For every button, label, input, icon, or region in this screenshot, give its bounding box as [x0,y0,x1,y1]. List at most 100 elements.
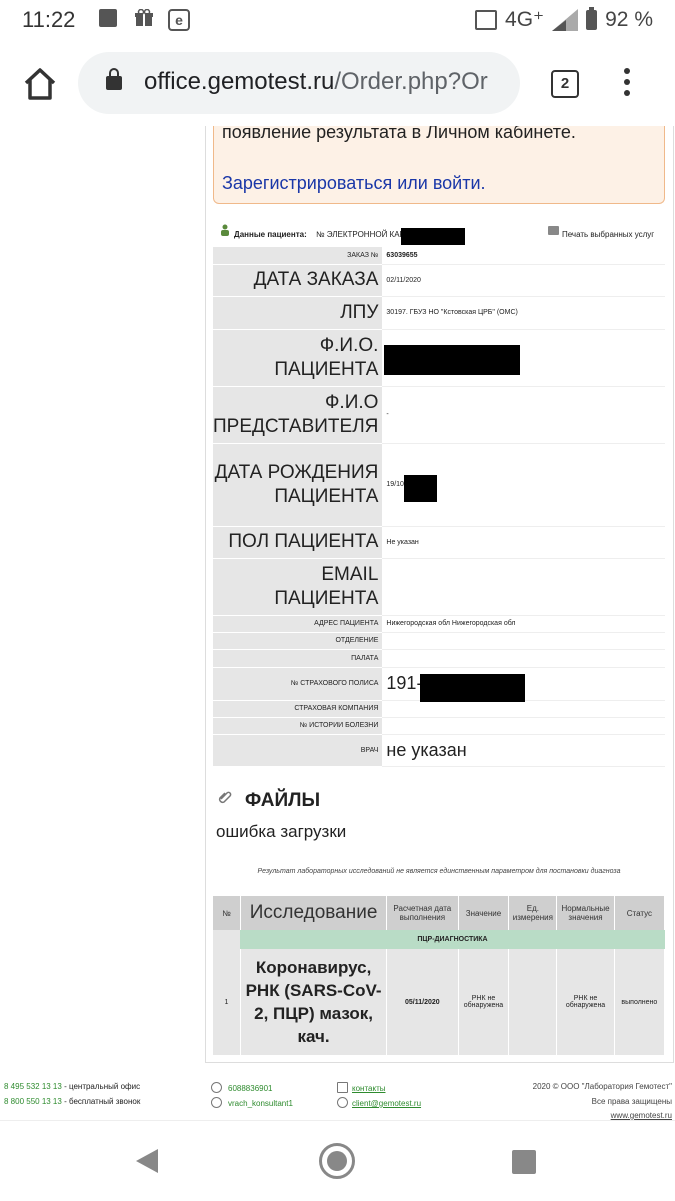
table-row[interactable]: 1 Коронавирус, РНК (SARS-CoV-2, ПЦР) маз… [213,949,666,1055]
col-value: Значение [458,896,510,930]
patient-data-label: Данные пациента: [234,230,307,239]
history-value [382,717,665,735]
skype-icon [211,1097,222,1108]
col-study: Исследование [240,896,388,930]
birth-date-value: 19/10 [386,481,404,488]
email-label: EMAIL ПАЦИЕНТА [213,558,383,616]
status-bar: 11:22 e 4G⁺ 92 % [0,0,675,40]
registration-notice: появление результата в Личном кабинете. … [213,126,665,204]
ward-value [382,649,665,668]
col-no: № [213,896,241,930]
email-link[interactable]: client@gemotest.ru [352,1099,421,1108]
vibrate-icon [475,9,498,30]
address-label: АДРЕС ПАЦИЕНТА [213,615,383,633]
network-type: 4G⁺ [505,8,545,31]
contacts-link[interactable]: контакты [352,1084,385,1093]
doctor-label: ВРАЧ [213,734,383,767]
col-status: Статус [614,896,666,930]
status-time: 11:22 [22,7,76,32]
fio-value [382,329,665,387]
icq-number[interactable]: 6088836901 [228,1084,273,1093]
row-date: 05/11/2020 [386,949,459,1055]
policy-label: № СТРАХОВОГО ПОЛИСА [213,667,383,701]
row-norm: РНК не обнаружена [556,949,615,1055]
birth-date-cell: 19/10 [382,443,665,527]
history-label: № ИСТОРИИ БОЛЕЗНИ [213,717,383,735]
tab-switcher-button[interactable]: 2 [551,70,579,98]
at-icon [337,1097,348,1108]
files-error: ошибка загрузки [216,822,347,841]
order-no-value: 63039655 [382,247,665,265]
patient-info-table: ЗАКАЗ № 63039655 ДАТА ЗАКАЗА 02/11/2020 ЛП… [213,247,665,767]
battery-level: 92 % [605,7,653,31]
row-unit [508,949,558,1055]
address-bar[interactable]: office.gemotest.ru/Order.php?Or [78,52,520,114]
col-unit: Ед. измерения [508,896,558,930]
rights: Все права защищены [591,1097,672,1106]
lock-icon [106,68,122,90]
notice-text: появление результата в Личном кабинете. [222,126,576,142]
icq-icon [211,1082,222,1093]
address-value: Нижегородская обл Нижегородская обл [382,615,665,633]
row-value: РНК не обнаружена [458,949,510,1055]
doctor-value: не указан [382,734,665,767]
order-date-value: 02/11/2020 [382,264,665,297]
phone-central[interactable]: 8 495 532 13 13 [4,1082,62,1091]
print-selected-link[interactable]: Печать выбранных услуг [562,230,654,239]
sex-value: Не указан [382,526,665,559]
row-no: 1 [213,949,241,1055]
representative-label: Ф.И.О ПРЕДСТАВИТЕЛЯ [213,386,383,444]
ward-label: ПАЛАТА [213,649,383,668]
col-date: Расчетная дата выполнения [386,896,459,930]
insurer-value [382,700,665,718]
android-nav-bar [0,1120,675,1201]
redaction-fio [384,344,521,375]
birth-date-label: ДАТА РОЖДЕНИЯ ПАЦИЕНТА [213,443,383,527]
home-icon[interactable] [22,66,58,102]
row-study-name: Коронавирус, РНК (SARS-CoV-2, ПЦР) мазок… [240,949,388,1055]
lpu-value: 30197. ГБУЗ НО "Кстовская ЦРБ" (ОМС) [382,296,665,330]
files-title: ФАЙЛЫ [245,790,321,811]
home-circle-icon[interactable] [319,1143,355,1179]
department-value [382,632,665,650]
gift-notification-icon [135,8,153,27]
redaction-card [401,228,465,245]
order-no-label: ЗАКАЗ № [213,247,383,265]
department-label: ОТДЕЛЕНИЕ [213,632,383,650]
page-footer: 8 495 532 13 13 - центральный офис 8 800… [0,1078,675,1120]
gallery-notification-icon [99,9,117,27]
phone-free[interactable]: 8 800 550 13 13 [4,1097,62,1106]
section-row: ПЦР-ДИАГНОСТИКА [213,930,665,949]
section-spacer [213,930,241,949]
redaction-policy [420,673,526,702]
more-menu-icon[interactable] [624,68,630,100]
register-or-login-link[interactable]: Зарегистрироваться или войти. [222,173,486,194]
insurer-label: СТРАХОВАЯ КОМПАНИЯ [213,700,383,718]
printer-icon[interactable] [548,226,559,235]
site-link[interactable]: www.gemotest.ru [611,1111,672,1120]
web-content: появление результата в Личном кабинете. … [0,126,675,1120]
redaction-dob [404,474,438,502]
phone-central-desc: - центральный офис [61,1082,141,1091]
copyright: 2020 © ООО "Лаборатория Гемотест" [532,1082,672,1091]
recents-icon[interactable] [512,1150,536,1174]
back-icon[interactable] [136,1149,158,1173]
lpu-label: ЛПУ [213,296,383,330]
e-notification-icon: e [168,9,190,31]
patient-data-header: Данные пациента: № ЭЛЕКТРОННОЙ КАРТЫ Печ… [218,224,658,245]
policy-cell: 191- [382,667,665,702]
email-value [382,558,665,616]
browser-toolbar: office.gemotest.ru/Order.php?Or 2 [0,40,675,126]
row-status: выполнено [614,949,666,1055]
skype-name[interactable]: vrach_konsultant1 [228,1099,293,1108]
battery-icon [586,6,598,30]
paperclip-icon [218,791,232,804]
results-table: № Исследование Расчетная дата выполнения… [213,896,666,1055]
phone-free-desc: - бесплатный звонок [61,1097,141,1106]
url-text[interactable]: office.gemotest.ru/Order.php?Or [144,68,510,96]
order-date-label: ДАТА ЗАКАЗА [213,264,383,297]
person-icon [221,224,229,236]
section-title: ПЦР-ДИАГНОСТИКА [240,930,665,949]
representative-value: - [382,386,665,444]
house-icon [337,1082,348,1093]
